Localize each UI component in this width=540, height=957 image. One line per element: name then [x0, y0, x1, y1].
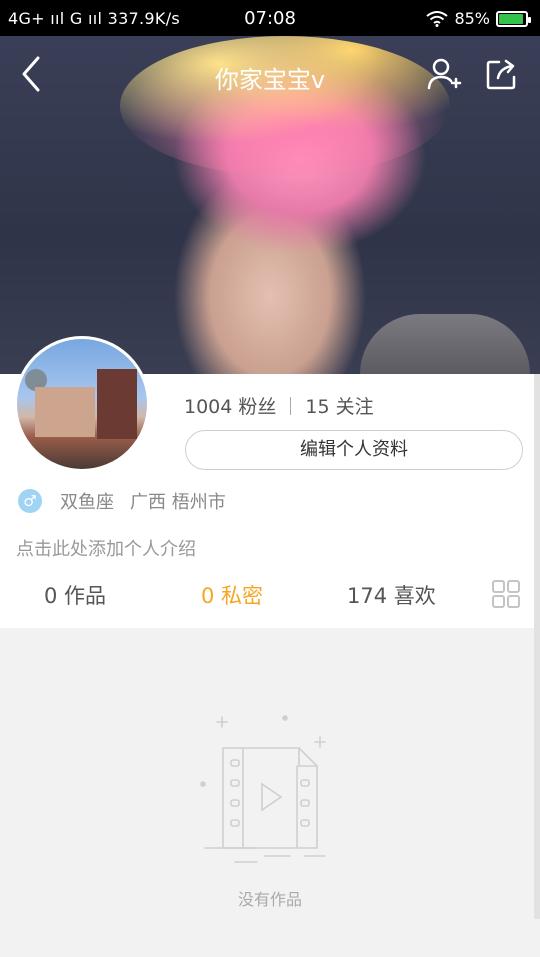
share-icon[interactable] — [484, 56, 520, 92]
status-bar: 4G+ ııl G ııl 337.9K/s 07:08 85% — [0, 0, 540, 36]
tab-works[interactable]: 0 作品 — [44, 580, 106, 610]
profile-info: ♂ 双鱼座 广西 梧州市 — [18, 488, 226, 514]
add-user-icon[interactable] — [426, 54, 462, 94]
content-tabs: 0 作品 0 私密 174 喜欢 — [0, 568, 540, 624]
follow-stats: 1004 粉丝 15 关注 — [184, 392, 374, 419]
followers-count[interactable]: 1004 粉丝 — [184, 392, 276, 419]
scrollbar[interactable] — [534, 374, 540, 919]
battery-percent: 85% — [454, 9, 490, 28]
location: 广西 梧州市 — [130, 492, 226, 513]
tab-likes[interactable]: 174 喜欢 — [347, 580, 436, 610]
following-count[interactable]: 15 关注 — [305, 392, 373, 419]
edit-profile-button[interactable]: 编辑个人资料 — [185, 430, 523, 470]
wifi-icon — [426, 10, 449, 27]
empty-video-icon — [200, 715, 326, 863]
stats-divider — [290, 396, 292, 415]
empty-message: 没有作品 — [237, 890, 302, 909]
intro-placeholder[interactable]: 点击此处添加个人介绍 — [16, 535, 196, 561]
male-gender-icon: ♂ — [18, 489, 42, 513]
constellation: 双鱼座 — [60, 492, 114, 513]
battery-icon — [496, 10, 531, 27]
grid-view-icon[interactable] — [492, 580, 520, 608]
avatar[interactable] — [14, 336, 150, 472]
tab-private[interactable]: 0 私密 — [201, 580, 263, 610]
empty-state: 没有作品 — [0, 628, 540, 957]
top-bar: 你家宝宝v — [0, 36, 540, 114]
